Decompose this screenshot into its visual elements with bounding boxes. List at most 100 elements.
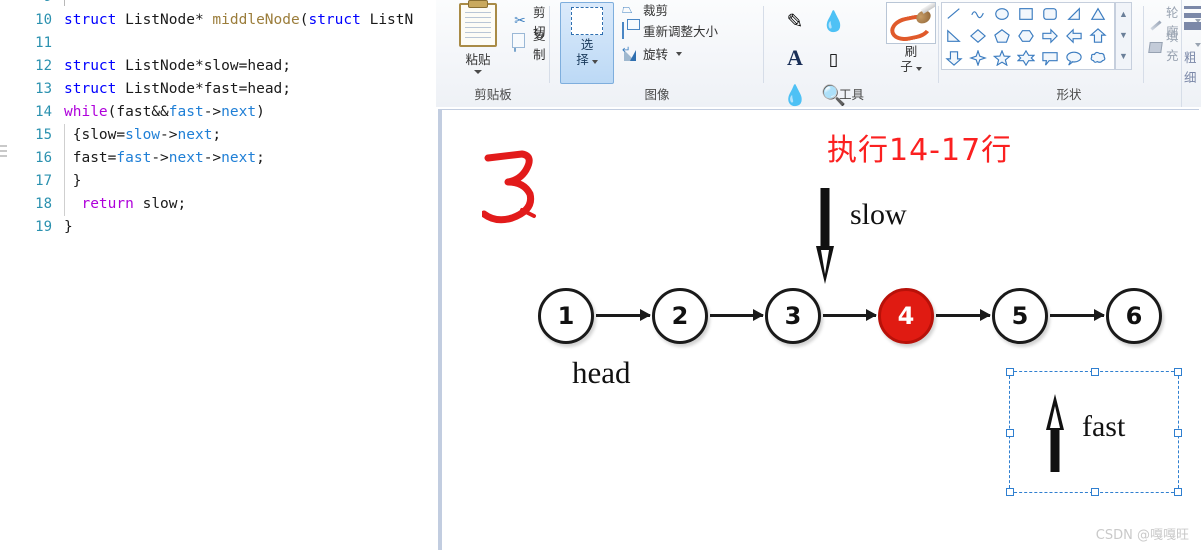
code-line[interactable]: 11 bbox=[0, 32, 436, 55]
select-label-line1: 选 bbox=[580, 37, 594, 52]
resize-button[interactable]: 重新调整大小 bbox=[622, 21, 718, 40]
oval-shape[interactable] bbox=[990, 3, 1014, 25]
code-token: ; bbox=[256, 150, 265, 166]
resize-handle-n[interactable] bbox=[1091, 368, 1099, 376]
code-line[interactable]: 13 struct ListNode*fast=head; bbox=[0, 78, 436, 101]
code-text[interactable]: struct ListNode*fast=head; bbox=[64, 78, 436, 101]
brush-dropdown-icon[interactable] bbox=[915, 67, 922, 71]
rotate-dropdown-icon[interactable] bbox=[676, 51, 683, 56]
thickness-button[interactable] bbox=[1184, 6, 1201, 34]
diagonal-triangle-shape[interactable] bbox=[942, 25, 966, 47]
resize-handle-ne[interactable] bbox=[1174, 368, 1182, 376]
canvas-area[interactable]: 执行14-17行 slow 123456 head fast CSDN @嘎嘎旺 bbox=[436, 107, 1201, 550]
code-lines-container[interactable]: 9 10 struct ListNode* middleNode(struct Li… bbox=[0, 0, 436, 239]
fill-icon[interactable]: 💧 bbox=[816, 4, 850, 40]
code-line[interactable]: 18 return slow; bbox=[0, 193, 436, 216]
select-button[interactable]: 选 择 bbox=[560, 2, 614, 84]
code-token: struct bbox=[64, 12, 117, 28]
brushes-button[interactable]: 刷 子 bbox=[884, 2, 938, 74]
code-line[interactable]: 17 } bbox=[0, 170, 436, 193]
ribbon-group-shapes: ▲ ▼ ▼ 形状 bbox=[939, 0, 1144, 107]
code-token: -> bbox=[203, 104, 222, 120]
line-number: 9 bbox=[0, 0, 64, 9]
drawing-canvas[interactable]: 执行14-17行 slow 123456 head fast CSDN @嘎嘎旺 bbox=[442, 110, 1199, 550]
code-line[interactable]: 9 bbox=[0, 0, 436, 9]
hexagon-shape[interactable] bbox=[1014, 25, 1038, 47]
code-text[interactable]: } bbox=[64, 216, 436, 239]
text-icon[interactable]: A bbox=[778, 40, 812, 76]
eraser-icon[interactable]: ▯ bbox=[816, 42, 850, 78]
copy-button[interactable]: 复制 bbox=[512, 25, 550, 63]
gallery-scroll-down-icon[interactable]: ▼ bbox=[1116, 24, 1131, 45]
five-point-star-shape[interactable] bbox=[990, 47, 1014, 69]
curve-shape[interactable] bbox=[966, 3, 990, 25]
code-token: next bbox=[221, 150, 257, 166]
list-node: 2 bbox=[652, 288, 708, 344]
code-text[interactable]: } bbox=[64, 170, 436, 193]
left-arrow-shape[interactable] bbox=[1062, 25, 1086, 47]
cloud-callout-shape[interactable] bbox=[1086, 47, 1110, 69]
up-arrow-shape[interactable] bbox=[1086, 25, 1110, 47]
triangle-shape[interactable] bbox=[1086, 3, 1110, 25]
rotate-label: 旋转 bbox=[643, 47, 669, 62]
code-text[interactable]: struct ListNode* middleNode(struct ListN bbox=[64, 9, 436, 32]
code-line[interactable]: 14 while(fast&&fast->next) bbox=[0, 101, 436, 124]
paste-dropdown-icon[interactable] bbox=[474, 70, 482, 74]
gallery-scroll-up-icon[interactable]: ▲ bbox=[1116, 3, 1131, 24]
rounded-rectangle-shape[interactable] bbox=[1038, 3, 1062, 25]
fast-pointer-arrow-icon bbox=[1046, 394, 1064, 472]
code-text[interactable]: struct ListNode*slow=head; bbox=[64, 55, 436, 78]
execution-annotation: 执行14-17行 bbox=[827, 133, 1013, 168]
down-arrow-shape[interactable] bbox=[942, 47, 966, 69]
code-token: fast bbox=[168, 104, 204, 120]
right-arrow-shape[interactable] bbox=[1038, 25, 1062, 47]
crop-button[interactable]: ⏢ 裁剪 bbox=[622, 0, 668, 19]
list-arrow bbox=[596, 309, 651, 321]
code-line[interactable]: 16 fast=fast->next->next; bbox=[0, 147, 436, 170]
code-text[interactable]: return slow; bbox=[64, 193, 436, 216]
resize-handle-e[interactable] bbox=[1174, 429, 1182, 437]
code-token: struct bbox=[308, 12, 361, 28]
code-text[interactable]: fast=fast->next->next; bbox=[64, 147, 436, 170]
resize-handle-w[interactable] bbox=[1006, 429, 1014, 437]
shapes-row bbox=[942, 47, 1114, 69]
code-text[interactable]: {slow=slow->next; bbox=[64, 124, 436, 147]
code-token: slow bbox=[125, 127, 161, 143]
list-arrow bbox=[1050, 309, 1105, 321]
code-line[interactable]: 15 {slow=slow->next; bbox=[0, 124, 436, 147]
diamond-shape[interactable] bbox=[966, 25, 990, 47]
rotate-button[interactable]: ↵ 旋转 bbox=[622, 44, 683, 63]
ribbon-group-clipboard: 粘贴 ✂ 剪切 复制 剪贴板 bbox=[436, 0, 550, 107]
code-line[interactable]: 12 struct ListNode*slow=head; bbox=[0, 55, 436, 78]
code-token: slow bbox=[203, 58, 239, 74]
shapes-gallery-scrollbar[interactable]: ▲ ▼ ▼ bbox=[1115, 2, 1132, 70]
code-editor-pane[interactable]: 9 10 struct ListNode* middleNode(struct Li… bbox=[0, 0, 436, 550]
resize-handle-sw[interactable] bbox=[1006, 488, 1014, 496]
line-shape[interactable] bbox=[942, 3, 966, 25]
rectangular-callout-shape[interactable] bbox=[1038, 47, 1062, 69]
list-node: 5 bbox=[992, 288, 1048, 344]
four-point-star-shape[interactable] bbox=[966, 47, 990, 69]
code-line[interactable]: 19} bbox=[0, 216, 436, 239]
gallery-expand-icon[interactable]: ▼ bbox=[1116, 45, 1131, 66]
code-line[interactable]: 10 struct ListNode* middleNode(struct Lis… bbox=[0, 9, 436, 32]
resize-handle-s[interactable] bbox=[1091, 488, 1099, 496]
list-arrow bbox=[936, 309, 991, 321]
code-token: -> bbox=[160, 127, 178, 143]
pencil-icon[interactable]: ✎ bbox=[778, 4, 812, 40]
right-triangle-shape[interactable] bbox=[1062, 3, 1086, 25]
paste-button[interactable]: 粘贴 bbox=[450, 0, 506, 74]
code-text[interactable]: while(fast&&fast->next) bbox=[64, 101, 436, 124]
select-dropdown-icon[interactable] bbox=[591, 60, 598, 64]
fast-selection-box[interactable]: fast bbox=[1006, 368, 1182, 496]
resize-handle-se[interactable] bbox=[1174, 488, 1182, 496]
oval-callout-shape[interactable] bbox=[1062, 47, 1086, 69]
pentagon-shape[interactable] bbox=[990, 25, 1014, 47]
ribbon-group-thickness: 粗 细 bbox=[1181, 0, 1201, 107]
resize-handle-nw[interactable] bbox=[1006, 368, 1014, 376]
shapes-gallery[interactable] bbox=[941, 2, 1115, 70]
line-number: 11 bbox=[35, 35, 52, 51]
six-point-star-shape[interactable] bbox=[1014, 47, 1038, 69]
rectangle-shape[interactable] bbox=[1014, 3, 1038, 25]
